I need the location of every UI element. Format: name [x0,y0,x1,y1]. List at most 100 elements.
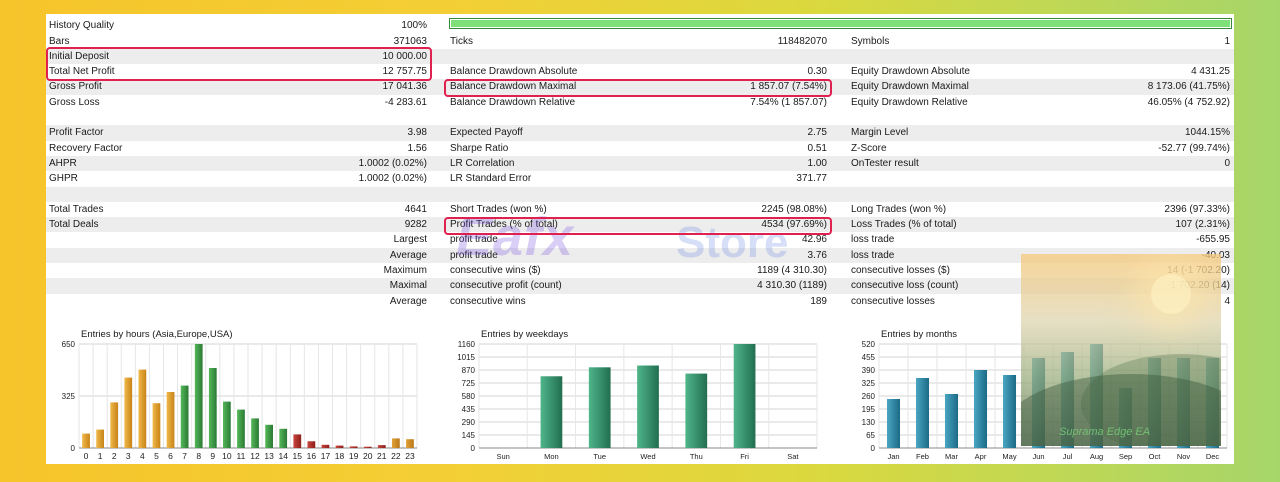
bar [335,445,344,448]
stat-label: Profit Factor [49,127,104,139]
y-tick-label: 650 [62,340,76,349]
stat-value: -4 283.61 [384,96,427,108]
stat-value: 0.30 [807,66,827,78]
stat-label: Recovery Factor [49,142,123,154]
x-tick-label: Jun [1032,452,1044,461]
y-tick-label: 725 [462,379,476,388]
stats-row: Total Net Profit 12 757.75 Balance Drawdow… [46,64,1234,79]
bar [886,399,901,448]
stat-label [49,187,279,202]
x-tick-label: 16 [307,451,317,461]
stat-value: 371063 [393,35,427,47]
stats-row: Gross Profit 17 041.36 Balance Drawdown Ma… [46,79,1234,95]
bar [540,376,563,448]
x-tick-label: 8 [196,451,201,461]
stat-value: 2396 (97.33%) [1164,203,1230,215]
stat-value: -52.77 (99.74%) [1158,142,1230,154]
x-tick-label: 5 [154,451,159,461]
stat-value [646,187,827,202]
history-quality-bar [449,18,1232,29]
stat-value: 118482070 [777,35,827,47]
bar [406,439,414,448]
stats-row [46,110,1234,125]
bar [96,429,104,448]
x-tick-label: Jul [1063,452,1073,461]
x-tick-label: 19 [349,451,359,461]
bar [307,441,316,448]
x-tick-label: Wed [640,452,655,461]
stat-label: Total Deals [49,219,99,231]
stat-value: 46.05% (4 752.92) [1147,96,1230,108]
y-tick-label: 325 [862,379,876,388]
stat-value: 3.98 [407,127,427,139]
stat-value: 7.54% (1 857.07) [750,96,827,108]
bar [944,394,959,448]
stat-value: 3.76 [807,249,827,261]
sun-graphic [1151,274,1191,314]
y-tick-label: 580 [462,392,476,401]
chart-entries-by-weekdays: 0 145 290 435 580 725 870 1015 1160 Sun Mon Tue Wed T… [451,326,821,464]
bar [392,438,400,448]
x-tick-label: 23 [405,451,415,461]
y-tick-label: 390 [862,366,876,375]
stat-label [49,110,279,125]
bar [194,344,203,448]
history-quality-value: 100% [401,20,427,31]
x-tick-label: May [1002,452,1016,461]
stats-row: Largest profit trade 42.96 loss trade -655.9… [46,232,1234,247]
stat-value: 10 000.00 [382,50,428,62]
stat-value: 1 [1224,35,1230,47]
x-tick-label: 18 [335,451,345,461]
bar [208,368,217,448]
stat-value: 0 [1224,157,1230,169]
y-tick-label: 0 [71,444,76,453]
chart-title: Entries by months [881,329,958,340]
y-tick-label: 0 [871,444,876,453]
stat-value [646,110,827,125]
bar [138,369,147,448]
stat-row-label: Average [389,249,427,261]
bar [180,385,189,448]
stat-value: 2.75 [807,127,827,139]
y-tick-label: 290 [462,418,476,427]
x-tick-label: 13 [264,451,274,461]
y-tick-label: 520 [862,340,876,349]
stat-value [1046,187,1230,202]
bar [237,409,245,448]
x-tick-label: 2 [112,451,117,461]
x-tick-label: Jan [887,452,899,461]
stat-row-label: Maximal [389,280,427,292]
stat-value: 2245 (98.08%) [761,203,827,215]
y-tick-label: 435 [462,405,476,414]
bar [124,377,133,448]
bar [685,373,708,448]
x-tick-label: Tue [593,452,606,461]
x-tick-label: Thu [690,452,703,461]
stat-value: 107 (2.31%) [1175,219,1230,231]
bar [223,401,231,448]
ea-promo-image: Suprama Edge EA [1021,254,1221,446]
stat-value: 17 041.36 [382,81,428,93]
bar [152,403,161,448]
y-tick-label: 1160 [458,340,476,349]
stat-value: 189 [810,295,827,307]
stat-row-label: Largest [393,234,427,246]
bar [265,424,273,448]
stat-label: Initial Deposit [49,50,110,62]
stats-row: AHPR 1.0002 (0.02%) LR Correlation 1.00 OnTe… [46,155,1234,172]
bar [82,433,90,448]
x-tick-label: 20 [363,451,373,461]
stat-value: 371.77 [796,173,827,185]
stat-value: 0.51 [807,142,827,154]
bar [973,370,988,448]
stats-row: Total Trades 4641 Short Trades (won %) 2245… [46,202,1234,217]
y-tick-label: 1015 [457,353,475,362]
x-tick-label: 14 [278,451,288,461]
history-quality-label: History Quality [49,20,115,31]
stats-row: GHPR 1.0002 (0.02%) LR Standard Error 371.7… [46,171,1234,186]
x-tick-label: 12 [250,451,260,461]
stat-value [646,49,827,64]
stats-row: Gross Loss -4 283.61 Balance Drawdown Rela… [46,95,1234,110]
bar [279,428,288,448]
x-tick-label: Sep [1119,452,1132,461]
